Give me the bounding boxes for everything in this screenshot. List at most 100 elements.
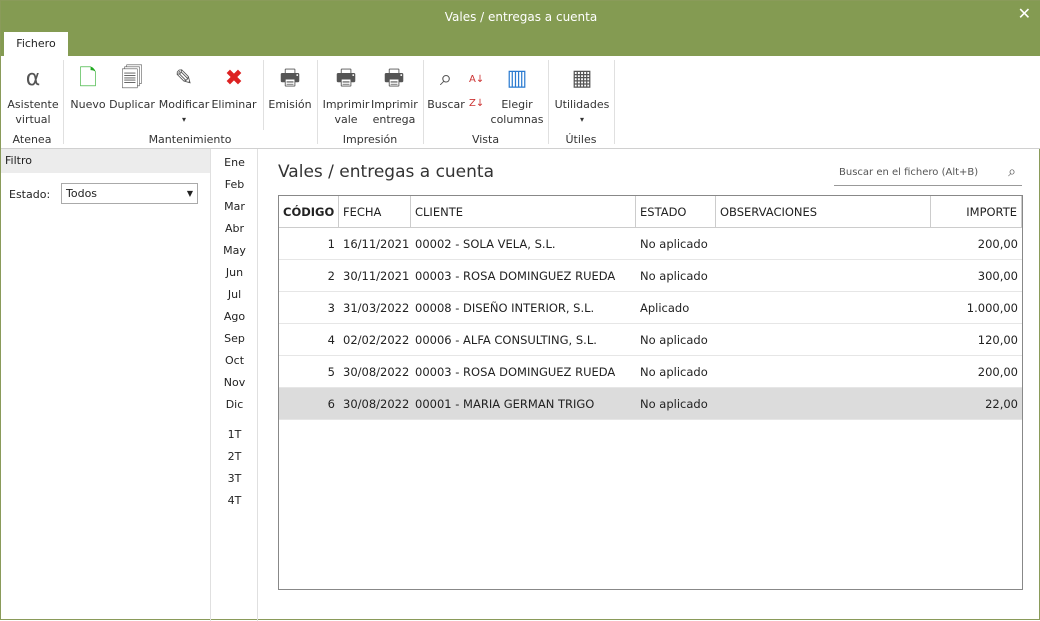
table-row[interactable]: 6 30/08/2022 00001 - MARIA GERMAN TRIGO No … xyxy=(279,388,1022,420)
ribbon-button-imprimir-entrega[interactable]: 🖶 Imprimir entrega xyxy=(371,62,418,127)
table-cell: 00003 - ROSA DOMINGUEZ RUEDA xyxy=(415,365,616,379)
quarter-1t[interactable]: 1T xyxy=(211,428,258,441)
month-jun[interactable]: Jun xyxy=(211,266,258,279)
month-nov[interactable]: Nov xyxy=(211,376,258,389)
month-abr[interactable]: Abr xyxy=(211,222,258,235)
search-icon[interactable]: ⌕ xyxy=(1008,159,1016,186)
ribbon-button-duplicar[interactable]: 🗐 Duplicar xyxy=(108,62,156,112)
printer-icon: 🖶 xyxy=(335,65,357,91)
button-label: Imprimir xyxy=(371,98,418,111)
button-label: Elegir xyxy=(501,98,533,111)
sort-za-icon[interactable]: Z↓ xyxy=(469,98,484,109)
tab-fichero[interactable]: Fichero xyxy=(4,32,68,56)
column-header[interactable]: ESTADO xyxy=(636,196,716,227)
ribbon-button-imprimir-vale[interactable]: 🖶 Imprimir vale xyxy=(321,62,371,127)
table-row[interactable]: 3 31/03/2022 00008 - DISEÑO INTERIOR, S.L.… xyxy=(279,292,1022,324)
table-cell: No aplicado xyxy=(640,237,708,251)
table-header[interactable]: CÓDIGO FECHA CLIENTE ESTADO OBSERVACIONES IMP… xyxy=(279,196,1022,228)
quarter-3t[interactable]: 3T xyxy=(211,472,258,485)
column-header[interactable]: IMPORTE xyxy=(931,196,1022,227)
button-label: ▾ xyxy=(181,115,186,124)
ribbon-button-emisión[interactable]: 🖶 Emisión xyxy=(267,62,313,112)
month-mar[interactable]: Mar xyxy=(211,200,258,213)
ribbon-button-utilidades[interactable]: ▦ Utilidades ▾ xyxy=(552,62,612,127)
button-label: virtual xyxy=(15,113,51,126)
table-row[interactable]: 1 16/11/2021 00002 - SOLA VELA, S.L. No apl… xyxy=(279,228,1022,260)
estado-label: Estado: xyxy=(9,188,51,201)
alpha-icon: α xyxy=(25,65,41,91)
column-header[interactable]: CLIENTE xyxy=(411,196,636,227)
divider xyxy=(423,60,424,144)
edit-document-icon: ✎ xyxy=(174,65,194,91)
columns-icon: ▥ xyxy=(506,65,528,91)
button-label: vale xyxy=(334,113,358,126)
search-input[interactable]: Buscar en el fichero (Alt+B) ⌕ xyxy=(834,159,1022,186)
button-label: entrega xyxy=(372,113,416,126)
table-cell: No aplicado xyxy=(640,269,708,283)
ribbon-button-modificar[interactable]: ✎ Modificar ▾ xyxy=(158,62,210,127)
ribbon-button-elegir-columnas[interactable]: ▥ Elegir columnas xyxy=(489,62,545,127)
table-cell: 1 xyxy=(327,237,335,251)
group-mantenimiento: Mantenimiento xyxy=(148,133,232,146)
month-may[interactable]: May xyxy=(211,244,258,257)
column-header[interactable]: FECHA xyxy=(339,196,411,227)
table-cell: 300,00 xyxy=(977,269,1018,283)
table-cell: 3 xyxy=(327,301,335,315)
table-cell: 120,00 xyxy=(977,333,1018,347)
table-cell: Aplicado xyxy=(640,301,690,315)
quarter-4t[interactable]: 4T xyxy=(211,494,258,507)
table-cell: 200,00 xyxy=(977,365,1018,379)
table-cell xyxy=(716,324,931,355)
button-label: Modificar xyxy=(158,98,210,111)
table-cell: 00003 - ROSA DOMINGUEZ RUEDA xyxy=(415,269,616,283)
divider xyxy=(548,60,549,144)
quarter-2t[interactable]: 2T xyxy=(211,450,258,463)
column-header[interactable]: OBSERVACIONES xyxy=(716,196,931,227)
group-atenea: Atenea xyxy=(12,133,52,146)
month-dic[interactable]: Dic xyxy=(211,398,258,411)
table-cell: 30/11/2021 xyxy=(343,269,410,283)
filter-panel: Filtro Estado: Todos ▼ xyxy=(1,149,211,621)
data-table: CÓDIGO FECHA CLIENTE ESTADO OBSERVACIONES IMP… xyxy=(278,195,1023,590)
table-row[interactable]: 5 30/08/2022 00003 - ROSA DOMINGUEZ RUEDA N… xyxy=(279,356,1022,388)
delete-document-icon: ✖ xyxy=(224,65,244,91)
table-cell: 00008 - DISEÑO INTERIOR, S.L. xyxy=(415,301,595,315)
table-cell: 2 xyxy=(327,269,335,283)
table-row[interactable]: 4 02/02/2022 00006 - ALFA CONSULTING, S.L.… xyxy=(279,324,1022,356)
divider xyxy=(317,60,318,144)
month-feb[interactable]: Feb xyxy=(211,178,258,191)
button-label: Emisión xyxy=(268,98,312,111)
table-cell xyxy=(716,228,931,259)
duplicate-icon: 🗐 xyxy=(121,65,143,91)
period-column: Ene Feb Mar Abr May Jun Jul Ago Sep Oct Nov Dic 1T 2T… xyxy=(211,149,258,621)
estado-select[interactable]: Todos ▼ xyxy=(61,183,198,204)
table-cell xyxy=(716,388,931,419)
month-jul[interactable]: Jul xyxy=(211,288,258,301)
divider xyxy=(63,60,64,144)
table-cell: 00001 - MARIA GERMAN TRIGO xyxy=(415,397,595,411)
ribbon-button-asistente-virtual[interactable]: α Asistente virtual xyxy=(5,62,61,127)
month-ago[interactable]: Ago xyxy=(211,310,258,323)
close-icon[interactable]: ✕ xyxy=(1018,4,1031,23)
divider xyxy=(263,60,264,130)
button-label: Asistente xyxy=(7,98,59,111)
ribbon-button-buscar[interactable]: ⌕ Buscar xyxy=(426,62,466,112)
table-cell: 6 xyxy=(327,397,335,411)
sort-az-icon[interactable]: A↓ xyxy=(469,74,484,85)
divider xyxy=(614,60,615,144)
ribbon-button-nuevo[interactable]: 🗋 Nuevo xyxy=(69,62,107,112)
table-cell: 22,00 xyxy=(985,397,1018,411)
group-impresion: Impresión xyxy=(342,133,398,146)
month-sep[interactable]: Sep xyxy=(211,332,258,345)
table-cell: 5 xyxy=(327,365,335,379)
table-cell: 30/08/2022 xyxy=(343,397,410,411)
table-cell: 30/08/2022 xyxy=(343,365,410,379)
table-row[interactable]: 2 30/11/2021 00003 - ROSA DOMINGUEZ RUEDA N… xyxy=(279,260,1022,292)
table-cell: 00006 - ALFA CONSULTING, S.L. xyxy=(415,333,597,347)
search-placeholder: Buscar en el fichero (Alt+B) xyxy=(839,167,979,178)
button-label: Buscar xyxy=(427,98,465,111)
ribbon-button-eliminar[interactable]: ✖ Eliminar xyxy=(211,62,257,112)
month-oct[interactable]: Oct xyxy=(211,354,258,367)
column-header[interactable]: CÓDIGO xyxy=(279,196,339,227)
month-ene[interactable]: Ene xyxy=(211,156,258,169)
